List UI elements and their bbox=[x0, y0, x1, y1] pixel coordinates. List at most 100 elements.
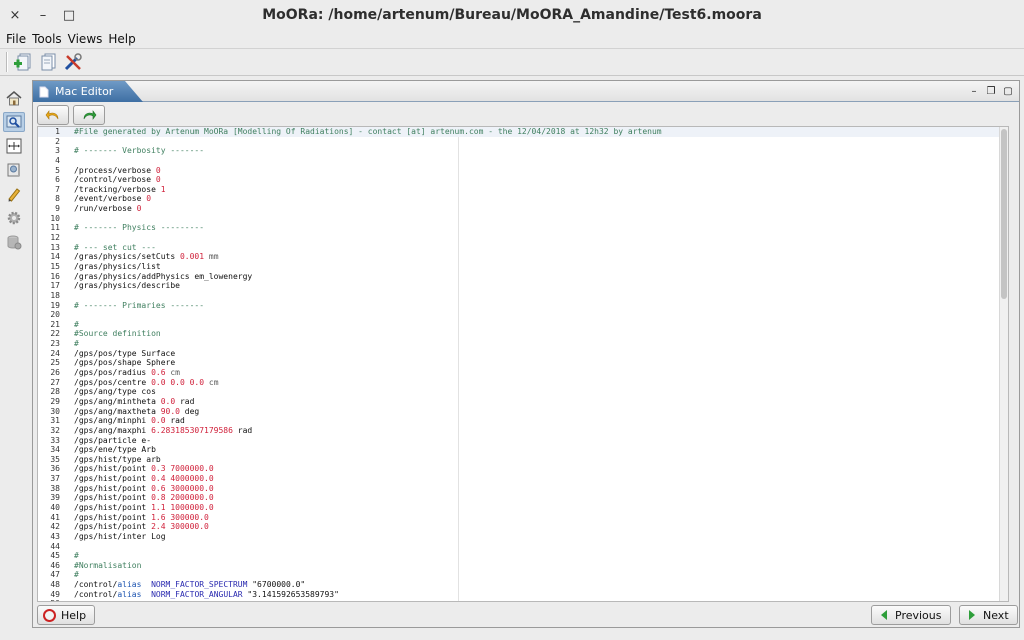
line-text bbox=[64, 233, 74, 243]
code-line[interactable]: 9/run/verbose 0 bbox=[38, 204, 1006, 214]
code-line[interactable]: 34/gps/ene/type Arb bbox=[38, 445, 1006, 455]
help-button[interactable]: Help bbox=[37, 605, 96, 625]
code-token: /gps/hist/point bbox=[74, 464, 152, 474]
line-text bbox=[64, 291, 74, 301]
code-line[interactable]: 15/gras/physics/list bbox=[38, 262, 1006, 272]
code-line[interactable]: 6/control/verbose 0 bbox=[38, 175, 1006, 185]
sidebar-home-button[interactable] bbox=[3, 88, 25, 108]
close-window-button[interactable]: × bbox=[6, 6, 24, 24]
code-line[interactable]: 26/gps/pos/radius 0.6 cm bbox=[38, 368, 1006, 378]
sidebar-editor-button[interactable] bbox=[3, 112, 25, 132]
panel-maximize-button[interactable]: ▢ bbox=[1001, 84, 1015, 98]
undo-button[interactable] bbox=[37, 105, 69, 125]
code-token: 1.1 1000000.0 bbox=[151, 502, 214, 512]
redo-button[interactable] bbox=[73, 105, 105, 125]
code-token: /process/verbose bbox=[74, 165, 156, 175]
sidebar-geometry-button[interactable] bbox=[3, 136, 25, 156]
code-line[interactable]: 43/gps/hist/inter Log bbox=[38, 532, 1006, 542]
code-line[interactable]: 32/gps/ang/maxphi 6.283185307179586 rad bbox=[38, 426, 1006, 436]
code-line[interactable]: 8/event/verbose 0 bbox=[38, 194, 1006, 204]
code-line[interactable]: 40/gps/hist/point 1.1 1000000.0 bbox=[38, 503, 1006, 513]
code-line[interactable]: 38/gps/hist/point 0.6 3000000.0 bbox=[38, 484, 1006, 494]
line-text: /gps/hist/point 1.6 300000.0 bbox=[64, 513, 209, 523]
line-text: /tracking/verbose 1 bbox=[64, 185, 166, 195]
code-line[interactable]: 44 bbox=[38, 542, 1006, 552]
line-number: 45 bbox=[50, 551, 60, 561]
sidebar-settings-button[interactable] bbox=[3, 208, 25, 228]
new-mac-file-button[interactable] bbox=[12, 51, 34, 73]
line-text: # ------- Physics --------- bbox=[64, 223, 204, 233]
line-number: 3 bbox=[55, 146, 60, 156]
code-line[interactable]: 19 # ------- Primaries ------- bbox=[38, 301, 1006, 311]
scrollbar-thumb[interactable] bbox=[1001, 129, 1007, 299]
code-line[interactable]: 2 bbox=[38, 137, 1006, 147]
menu-views[interactable]: Views bbox=[68, 32, 103, 46]
vertical-scrollbar[interactable] bbox=[999, 127, 1008, 601]
code-line[interactable]: 27/gps/pos/centre 0.0 0.0 0.0 cm bbox=[38, 378, 1006, 388]
code-line[interactable]: 47 # bbox=[38, 570, 1006, 580]
code-line[interactable]: 5/process/verbose 0 bbox=[38, 166, 1006, 176]
code-line[interactable]: 36/gps/hist/point 0.3 7000000.0 bbox=[38, 464, 1006, 474]
code-line[interactable]: 11 # ------- Physics --------- bbox=[38, 223, 1006, 233]
code-line[interactable]: 49/control/alias NORM_FACTOR_ANGULAR "3.… bbox=[38, 590, 1006, 600]
code-line[interactable]: 46 #Normalisation bbox=[38, 561, 1006, 571]
code-token: 0.6 3000000.0 bbox=[151, 483, 214, 493]
main-toolbar bbox=[0, 48, 1024, 76]
code-line[interactable]: 30/gps/ang/maxtheta 90.0 deg bbox=[38, 407, 1006, 417]
code-line[interactable]: 22 #Source definition bbox=[38, 329, 1006, 339]
code-line[interactable]: 37/gps/hist/point 0.4 4000000.0 bbox=[38, 474, 1006, 484]
code-token: "3.141592653589793" bbox=[242, 589, 339, 599]
code-line[interactable]: 12 bbox=[38, 233, 1006, 243]
code-line[interactable]: 25/gps/pos/shape Sphere bbox=[38, 358, 1006, 368]
code-line[interactable]: 21 # bbox=[38, 320, 1006, 330]
code-line[interactable]: 17/gras/physics/describe bbox=[38, 281, 1006, 291]
sidebar-book-button[interactable] bbox=[3, 160, 25, 180]
code-token: /gras/physics/addPhysics em_lowenergy bbox=[74, 271, 253, 281]
code-token: # --- set cut --- bbox=[74, 242, 156, 252]
code-editor[interactable]: 1 #File generated by Artenum MoORa [Model… bbox=[37, 126, 1009, 602]
code-token: /gps/hist/point bbox=[74, 512, 152, 522]
code-line[interactable]: 41/gps/hist/point 1.6 300000.0 bbox=[38, 513, 1006, 523]
code-line[interactable]: 3 # ------- Verbosity ------- bbox=[38, 146, 1006, 156]
code-line[interactable]: 33/gps/particle e- bbox=[38, 436, 1006, 446]
previous-button[interactable]: Previous bbox=[871, 605, 951, 625]
menu-help[interactable]: Help bbox=[108, 32, 135, 46]
code-line[interactable]: 31/gps/ang/minphi 0.0 rad bbox=[38, 416, 1006, 426]
sidebar-pencil-button[interactable] bbox=[3, 184, 25, 204]
line-text: /gras/physics/setCuts 0.001 mm bbox=[64, 252, 219, 262]
line-number: 47 bbox=[50, 570, 60, 580]
line-number: 22 bbox=[50, 329, 60, 339]
code-line[interactable]: 10 bbox=[38, 214, 1006, 224]
code-line[interactable]: 16/gras/physics/addPhysics em_lowenergy bbox=[38, 272, 1006, 282]
minimize-window-button[interactable]: – bbox=[34, 6, 52, 24]
code-line[interactable]: 45 # bbox=[38, 551, 1006, 561]
code-line[interactable]: 18 bbox=[38, 291, 1006, 301]
tab-mac-editor[interactable]: Mac Editor bbox=[33, 81, 143, 102]
code-token: /tracking/verbose bbox=[74, 184, 161, 194]
panel-restore-button[interactable]: ❐ bbox=[984, 84, 998, 98]
documents-button[interactable] bbox=[37, 51, 59, 73]
next-button[interactable]: Next bbox=[959, 605, 1018, 625]
line-text: # ------- Primaries ------- bbox=[64, 301, 204, 311]
code-line[interactable]: 4 bbox=[38, 156, 1006, 166]
code-line[interactable]: 28/gps/ang/type cos bbox=[38, 387, 1006, 397]
code-line[interactable]: 14/gras/physics/setCuts 0.001 mm bbox=[38, 252, 1006, 262]
menu-tools[interactable]: Tools bbox=[32, 32, 62, 46]
code-line[interactable]: 39/gps/hist/point 0.8 2000000.0 bbox=[38, 493, 1006, 503]
code-line[interactable]: 48/control/alias NORM_FACTOR_SPECTRUM "6… bbox=[38, 580, 1006, 590]
code-line[interactable]: 50 bbox=[38, 599, 1006, 601]
code-line[interactable]: 1 #File generated by Artenum MoORa [Model… bbox=[38, 127, 1006, 137]
code-line[interactable]: 7/tracking/verbose 1 bbox=[38, 185, 1006, 195]
code-line[interactable]: 13 # --- set cut --- bbox=[38, 243, 1006, 253]
code-line[interactable]: 35/gps/hist/type arb bbox=[38, 455, 1006, 465]
sidebar-database-button[interactable] bbox=[3, 232, 25, 252]
code-line[interactable]: 42/gps/hist/point 2.4 300000.0 bbox=[38, 522, 1006, 532]
code-line[interactable]: 24/gps/pos/type Surface bbox=[38, 349, 1006, 359]
tools-button[interactable] bbox=[62, 51, 84, 73]
code-line[interactable]: 23 # bbox=[38, 339, 1006, 349]
maximize-window-button[interactable]: □ bbox=[60, 6, 78, 24]
menu-file[interactable]: File bbox=[6, 32, 26, 46]
code-line[interactable]: 20 bbox=[38, 310, 1006, 320]
code-line[interactable]: 29/gps/ang/mintheta 0.0 rad bbox=[38, 397, 1006, 407]
panel-minimize-button[interactable]: – bbox=[967, 84, 981, 98]
